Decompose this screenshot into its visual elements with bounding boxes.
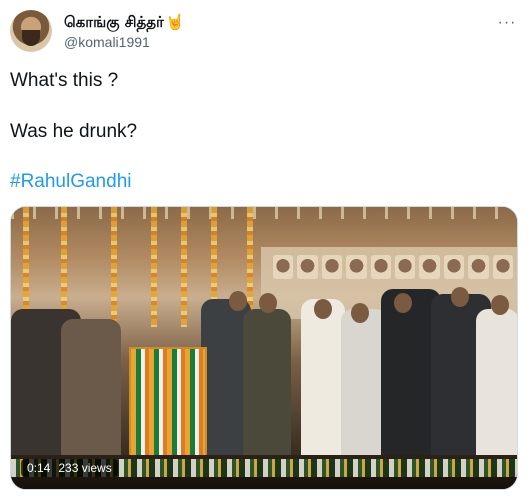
garland [181,207,187,327]
video-player[interactable]: 0:14 233 views [10,206,518,490]
tweet-header: கொங்கு சித்தர் 🤘 @komali1991 ··· [10,10,522,54]
stage-lights [11,207,517,219]
garland [151,207,157,327]
crowd-figure [61,319,121,459]
crowd-head [314,299,332,319]
tweet-card: கொங்கு சித்தர் 🤘 @komali1991 ··· What's t… [0,0,532,503]
hashtag-link[interactable]: #RahulGandhi [10,171,131,193]
crowd-figure [476,309,517,459]
crowd-figure [301,299,345,459]
author-handle[interactable]: @komali1991 [64,34,150,50]
tweet-text-line-2: Was he drunk? [10,121,138,142]
garland [111,207,117,327]
avatar[interactable] [10,10,52,52]
crowd-head [229,291,247,311]
video-timestamp: 0:14 [27,461,51,475]
crowd-head [451,287,469,307]
more-options-icon[interactable]: ··· [496,15,518,31]
crowd-head [351,303,369,323]
video-info-badge: 0:14 233 views [21,459,118,477]
backdrop-portraits [273,255,514,279]
author-display-name[interactable]: கொங்கு சித்தர் 🤘 [64,13,185,33]
crowd-head [259,293,277,313]
author-name-text: கொங்கு சித்தர் [64,13,164,31]
crowd-figure [243,309,291,459]
rock-hand-emoji-icon: 🤘 [165,13,185,31]
crowd-head [394,293,412,313]
video-view-count: 233 views [58,461,112,475]
avatar-figure [22,30,40,46]
crowd-head [491,295,509,315]
tweet-text-line-1: What's this ? [10,70,119,91]
